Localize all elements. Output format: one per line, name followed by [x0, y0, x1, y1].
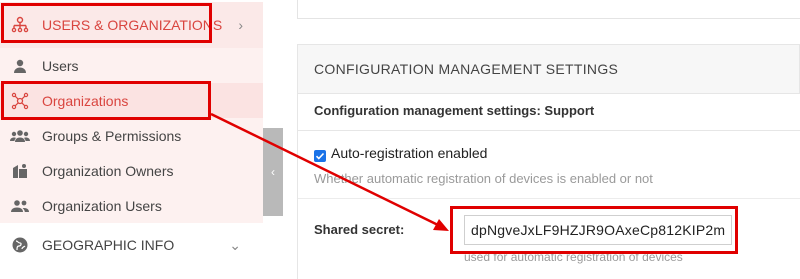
- auto-registration-checkbox[interactable]: [314, 150, 326, 162]
- auto-registration-help: Whether automatic registration of device…: [314, 171, 653, 186]
- divider: [298, 198, 800, 199]
- sidebar-item-label: Organizations: [42, 92, 129, 109]
- group-icon: [10, 126, 30, 146]
- sidebar: USERS & ORGANIZATIONS › Users Organizati…: [0, 0, 263, 279]
- sidebar-item-organization-users[interactable]: Organization Users: [0, 188, 263, 223]
- checkmark-icon: [315, 152, 325, 160]
- sidebar-item-label: Organization Owners: [42, 162, 174, 179]
- card-header: CONFIGURATION MANAGEMENT SETTINGS: [297, 44, 800, 94]
- sidebar-item-label: Groups & Permissions: [42, 127, 182, 144]
- previous-card-edge: [297, 0, 800, 19]
- people-icon: [10, 196, 30, 216]
- settings-subheading: Configuration management settings: Suppo…: [314, 103, 595, 118]
- building-owner-icon: [10, 161, 30, 181]
- shared-secret-help: used for automatic registration of devic…: [464, 250, 683, 264]
- sidebar-item-users[interactable]: Users: [0, 48, 263, 83]
- person-icon: [10, 56, 30, 76]
- shared-secret-label: Shared secret:: [314, 222, 405, 237]
- shared-secret-input[interactable]: [464, 215, 732, 245]
- chevron-down-icon: ⌄: [229, 236, 241, 253]
- sidebar-item-label: Organization Users: [42, 197, 162, 214]
- chevron-left-icon: ‹: [271, 165, 275, 179]
- sidebar-item-organizations[interactable]: Organizations: [0, 83, 263, 118]
- main-content: CONFIGURATION MANAGEMENT SETTINGS Config…: [283, 0, 800, 279]
- chevron-right-icon: ›: [238, 17, 243, 33]
- org-chart-icon: [10, 15, 30, 35]
- org-network-icon: [10, 91, 30, 111]
- sidebar-collapse-toggle[interactable]: ‹: [263, 128, 283, 216]
- settings-card: Configuration management settings: Suppo…: [297, 93, 800, 279]
- card-title: CONFIGURATION MANAGEMENT SETTINGS: [314, 61, 619, 77]
- sidebar-item-label: Users: [42, 57, 79, 74]
- sidebar-section-label: USERS & ORGANIZATIONS: [42, 17, 223, 33]
- divider: [298, 130, 800, 131]
- globe-icon: [10, 235, 30, 255]
- sidebar-section-geographic-info[interactable]: GEOGRAPHIC INFO ⌄: [0, 222, 263, 268]
- sidebar-item-groups-permissions[interactable]: Groups & Permissions: [0, 118, 263, 153]
- sidebar-section-label: GEOGRAPHIC INFO: [42, 237, 175, 253]
- sidebar-item-organization-owners[interactable]: Organization Owners: [0, 153, 263, 188]
- auto-registration-label: Auto-registration enabled: [331, 145, 488, 161]
- sidebar-section-users-organizations[interactable]: USERS & ORGANIZATIONS ›: [0, 2, 263, 48]
